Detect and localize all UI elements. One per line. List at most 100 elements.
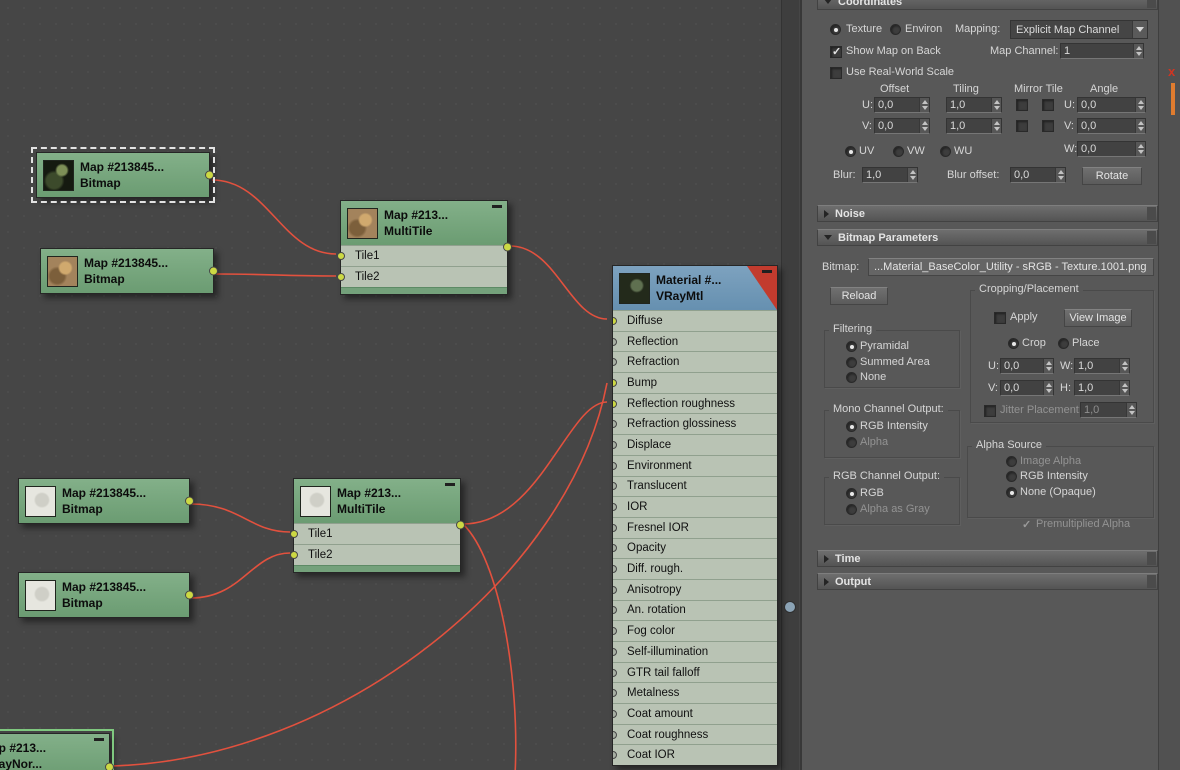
v-angle-spinner[interactable]: 0,0: [1077, 118, 1146, 134]
input-socket[interactable]: [613, 606, 617, 615]
input-socket[interactable]: [613, 565, 617, 574]
show-map-on-back-checkbox[interactable]: [830, 45, 842, 58]
node-header[interactable]: Map #213845... Bitmap: [41, 249, 213, 293]
node-bitmap-4[interactable]: Map #213845... Bitmap: [18, 572, 194, 618]
node-view-scrollbar-thumb[interactable]: [784, 601, 796, 613]
spinner-arrows[interactable]: [1126, 403, 1136, 417]
wu-radio[interactable]: [940, 146, 951, 157]
node-header[interactable]: Map #213845... Bitmap: [19, 573, 189, 617]
uv-radio[interactable]: [845, 146, 856, 157]
node-bitmap-3[interactable]: Map #213845... Bitmap: [18, 478, 194, 524]
spinner-arrows[interactable]: [907, 168, 917, 182]
input-socket[interactable]: [613, 523, 617, 532]
summed-area-radio[interactable]: [846, 357, 857, 368]
image-alpha-radio[interactable]: [1006, 456, 1017, 467]
material-param-row[interactable]: Reflection roughness: [613, 392, 777, 414]
node-vraynormal[interactable]: Map #213... VRayNor...: [0, 729, 114, 770]
u-angle-spinner[interactable]: 0,0: [1077, 97, 1146, 113]
input-socket[interactable]: [613, 378, 617, 387]
bitmap-path-button[interactable]: ...Material_BaseColor_Utility - sRGB - T…: [868, 258, 1154, 276]
input-socket[interactable]: [613, 358, 617, 367]
map-channel-spinner[interactable]: 1: [1060, 43, 1144, 59]
u-offset-spinner[interactable]: 0,0: [874, 97, 930, 113]
material-param-row[interactable]: An. rotation: [613, 599, 777, 621]
wire[interactable]: [462, 401, 608, 525]
w-angle-spinner[interactable]: 0,0: [1077, 141, 1146, 157]
rotate-button[interactable]: Rotate: [1082, 167, 1142, 185]
place-radio[interactable]: [1058, 338, 1069, 349]
output-socket[interactable]: [185, 496, 194, 506]
wire[interactable]: [190, 503, 291, 533]
input-socket[interactable]: [613, 627, 617, 636]
node-vraymtl[interactable]: Material #... VRayMtl Diffuse Reflection: [612, 265, 778, 767]
alpha-as-gray-radio[interactable]: [846, 504, 857, 515]
u-tiling-spinner[interactable]: 1,0: [946, 97, 1002, 113]
spinner-arrows[interactable]: [991, 98, 1001, 112]
spinner-arrows[interactable]: [991, 119, 1001, 133]
chevron-down-icon[interactable]: [1132, 21, 1147, 38]
input-socket[interactable]: [613, 709, 617, 718]
input-socket[interactable]: [337, 252, 345, 260]
node-header[interactable]: Map #213845... Bitmap: [19, 479, 189, 523]
apply-checkbox[interactable]: [994, 312, 1006, 324]
input-socket[interactable]: [613, 316, 617, 325]
node-bitmap-1[interactable]: Map #213845... Bitmap: [31, 147, 215, 203]
rgb-radio[interactable]: [846, 488, 857, 499]
blur-offset-spinner[interactable]: 0,0: [1010, 167, 1066, 183]
wire[interactable]: [211, 179, 337, 255]
crop-v-spinner[interactable]: 0,0: [1000, 380, 1054, 396]
spinner-arrows[interactable]: [1135, 119, 1145, 133]
collapse-icon[interactable]: [492, 205, 502, 208]
u-mirror-checkbox[interactable]: [1016, 99, 1028, 111]
blur-spinner[interactable]: 1,0: [862, 167, 918, 183]
material-param-row[interactable]: Opacity: [613, 537, 777, 559]
u-tile-checkbox[interactable]: [1042, 99, 1054, 111]
material-param-row[interactable]: Refraction glossiness: [613, 413, 777, 434]
node-header[interactable]: Map #213... MultiTile: [294, 479, 460, 523]
tile-slot[interactable]: Tile1: [290, 523, 460, 544]
material-param-row[interactable]: Reflection: [613, 330, 777, 352]
material-param-row[interactable]: Displace: [613, 434, 777, 455]
node-header[interactable]: Map #213... MultiTile: [341, 201, 507, 245]
node-multitile-2[interactable]: Map #213... MultiTile Tile1 Tile2: [290, 478, 465, 573]
rollout-time[interactable]: Time: [817, 550, 1158, 567]
collapse-icon[interactable]: [445, 483, 455, 486]
input-socket[interactable]: [613, 647, 617, 656]
none-opaque-radio[interactable]: [1006, 487, 1017, 498]
spinner-arrows[interactable]: [1055, 168, 1065, 182]
node-view-scrollbar[interactable]: [781, 0, 799, 770]
material-param-row[interactable]: Coat amount: [613, 703, 777, 724]
spinner-arrows[interactable]: [1135, 142, 1145, 156]
material-param-row[interactable]: Diff. rough.: [613, 558, 777, 579]
mono-rgb-intensity-radio[interactable]: [846, 421, 857, 432]
output-socket[interactable]: [209, 266, 218, 276]
material-param-row[interactable]: Metalness: [613, 682, 777, 703]
view-image-button[interactable]: View Image: [1064, 309, 1132, 327]
spinner-arrows[interactable]: [1119, 381, 1129, 395]
input-socket[interactable]: [613, 440, 617, 449]
material-param-row[interactable]: Diffuse: [613, 310, 777, 331]
input-socket[interactable]: [613, 482, 617, 491]
wire[interactable]: [215, 273, 337, 277]
pyramidal-radio[interactable]: [846, 341, 857, 352]
close-x-icon[interactable]: x: [1168, 64, 1175, 79]
tile-slot[interactable]: Tile2: [290, 544, 460, 565]
material-param-row[interactable]: Translucent: [613, 475, 777, 497]
input-socket[interactable]: [613, 399, 617, 408]
input-socket[interactable]: [613, 730, 617, 739]
node-header[interactable]: Material #... VRayMtl: [613, 266, 777, 310]
rollout-coordinates[interactable]: Coordinates: [817, 0, 1158, 10]
mono-alpha-radio[interactable]: [846, 437, 857, 448]
output-socket[interactable]: [503, 242, 512, 252]
input-socket[interactable]: [290, 551, 298, 559]
v-offset-spinner[interactable]: 0,0: [874, 118, 930, 134]
output-socket[interactable]: [185, 590, 194, 600]
material-param-row[interactable]: Self-illumination: [613, 641, 777, 662]
input-socket[interactable]: [613, 461, 617, 470]
alpha-rgb-intensity-radio[interactable]: [1006, 471, 1017, 482]
spinner-arrows[interactable]: [919, 98, 929, 112]
input-socket[interactable]: [613, 585, 617, 594]
spinner-arrows[interactable]: [919, 119, 929, 133]
input-socket[interactable]: [290, 530, 298, 538]
rollout-noise[interactable]: Noise: [817, 205, 1158, 222]
